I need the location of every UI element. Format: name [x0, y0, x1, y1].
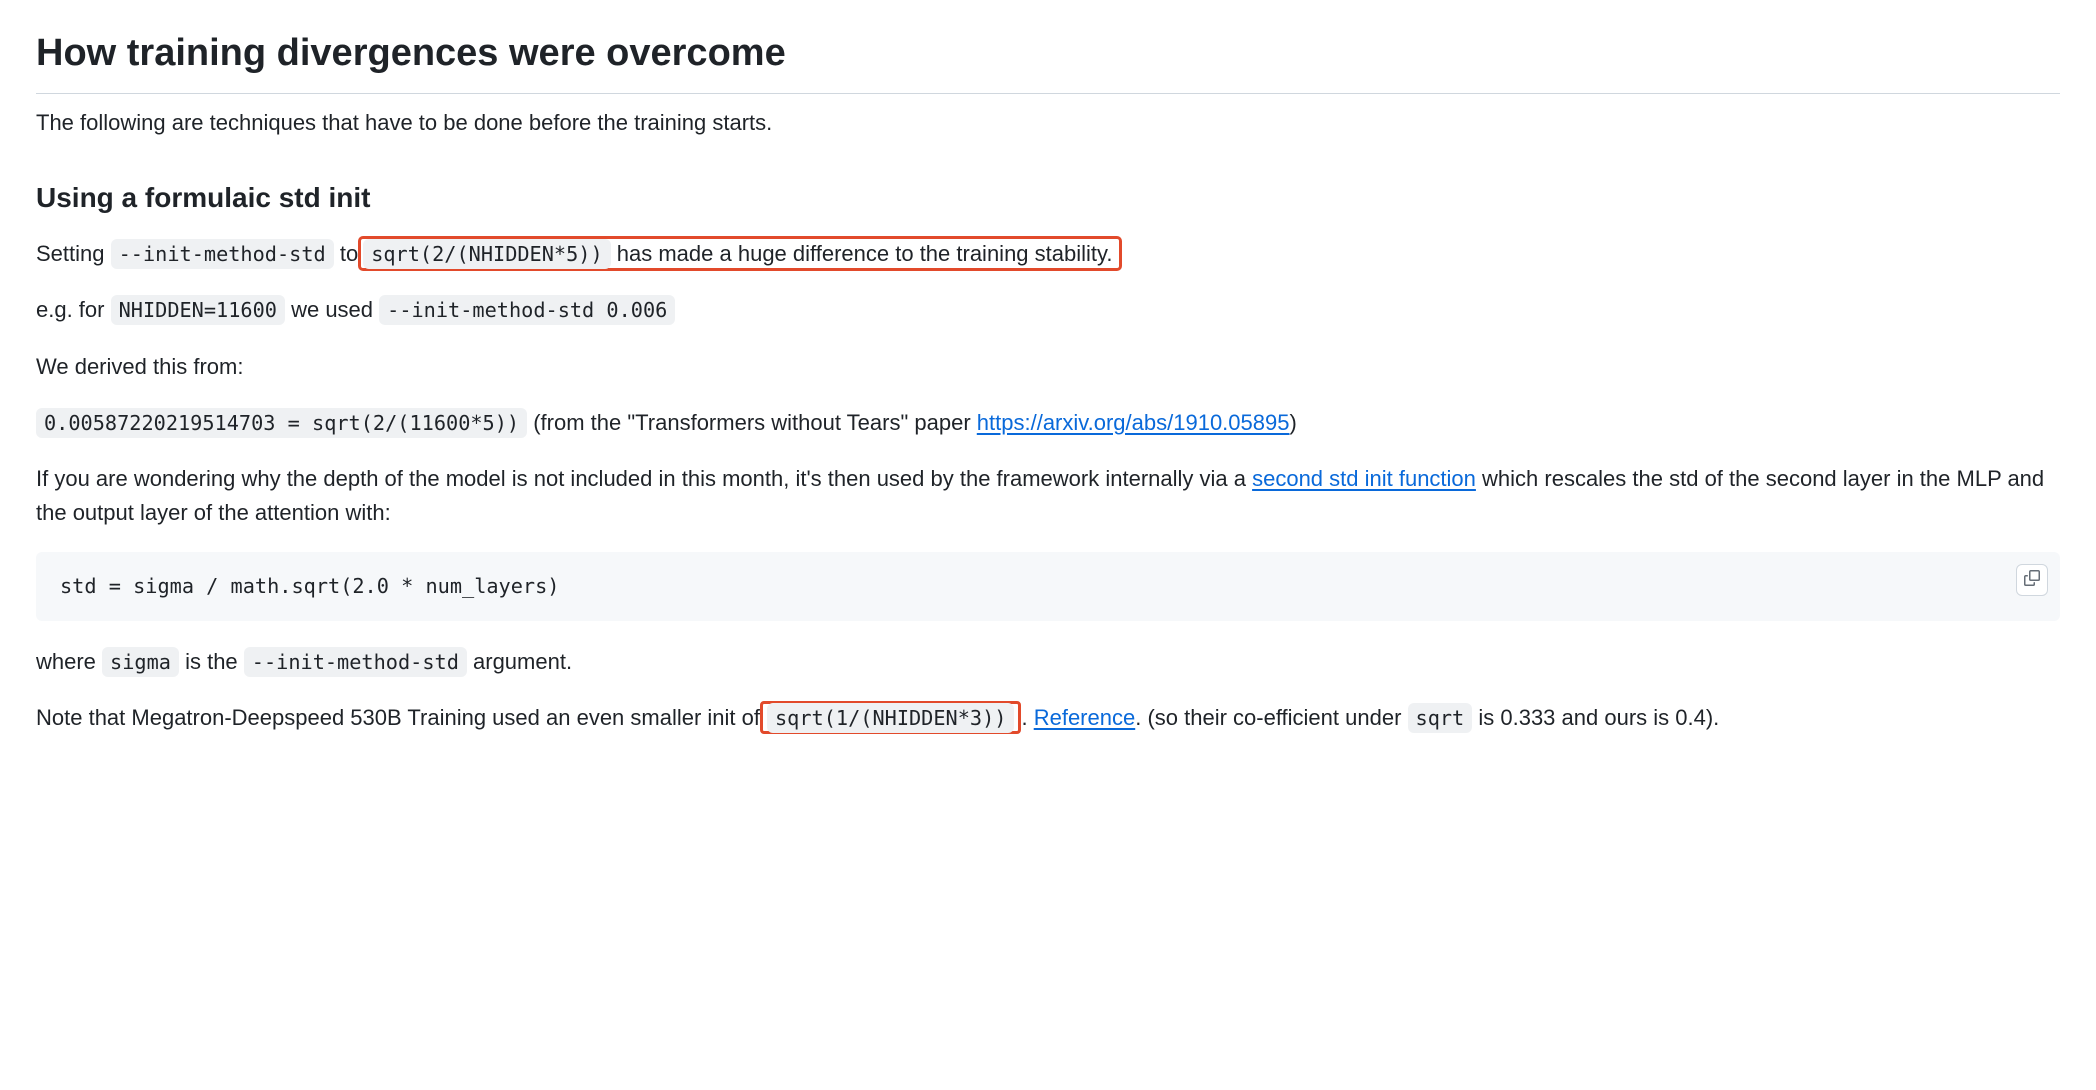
paragraph-6: where sigma is the --init-method-std arg… [36, 645, 2060, 679]
code-init-method-std-2: --init-method-std [244, 647, 467, 677]
code-megatron-init: sqrt(1/(NHIDDEN*3)) [767, 703, 1014, 733]
text: is the [179, 649, 244, 674]
code-init-method-std: --init-method-std [111, 239, 334, 269]
code-derivation: 0.00587220219514703 = sqrt(2/(11600*5)) [36, 408, 527, 438]
link-reference[interactable]: Reference [1034, 705, 1136, 730]
code-sigma: sigma [102, 647, 179, 677]
document-page: How training divergences were overcome T… [0, 0, 2096, 805]
text: (from the "Transformers without Tears" p… [527, 410, 977, 435]
text: is 0.333 and ours is 0.4). [1472, 705, 1719, 730]
paragraph-1: Setting --init-method-std tosqrt(2/(NHID… [36, 237, 2060, 271]
text: e.g. for [36, 297, 111, 322]
text: . (so their co-efficient under [1135, 705, 1407, 730]
text: we used [285, 297, 379, 322]
text: has made a huge difference to the traini… [611, 241, 1113, 266]
text: ) [1289, 410, 1296, 435]
text: Note that Megatron-Deepspeed 530B Traini… [36, 705, 760, 730]
intro-paragraph: The following are techniques that have t… [36, 106, 2060, 140]
code-sqrt: sqrt [1408, 703, 1473, 733]
copy-icon [2024, 565, 2040, 594]
section-heading: Using a formulaic std init [36, 176, 2060, 219]
paragraph-3: We derived this from: [36, 350, 2060, 384]
text: . [1021, 705, 1033, 730]
text: argument. [467, 649, 572, 674]
highlight-box-1: sqrt(2/(NHIDDEN*5)) has made a huge diff… [358, 236, 1121, 271]
highlight-box-2: sqrt(1/(NHIDDEN*3)) [760, 701, 1021, 734]
page-title: How training divergences were overcome [36, 24, 2060, 94]
code-sqrt-formula: sqrt(2/(NHIDDEN*5)) [363, 239, 610, 269]
paragraph-2: e.g. for NHIDDEN=11600 we used --init-me… [36, 293, 2060, 327]
code-block: std = sigma / math.sqrt(2.0 * num_layers… [36, 552, 2060, 621]
code-content: std = sigma / math.sqrt(2.0 * num_layers… [60, 572, 2036, 601]
paragraph-5: If you are wondering why the depth of th… [36, 462, 2060, 530]
paragraph-4: 0.00587220219514703 = sqrt(2/(11600*5)) … [36, 406, 2060, 440]
text: Setting [36, 241, 111, 266]
text: where [36, 649, 102, 674]
copy-button[interactable] [2016, 564, 2048, 596]
text: to [334, 241, 358, 266]
code-init-value: --init-method-std 0.006 [379, 295, 675, 325]
code-nhidden: NHIDDEN=11600 [111, 295, 285, 325]
text: If you are wondering why the depth of th… [36, 466, 1252, 491]
link-second-std-init[interactable]: second std init function [1252, 466, 1476, 491]
paragraph-7: Note that Megatron-Deepspeed 530B Traini… [36, 701, 2060, 735]
link-arxiv[interactable]: https://arxiv.org/abs/1910.05895 [977, 410, 1290, 435]
